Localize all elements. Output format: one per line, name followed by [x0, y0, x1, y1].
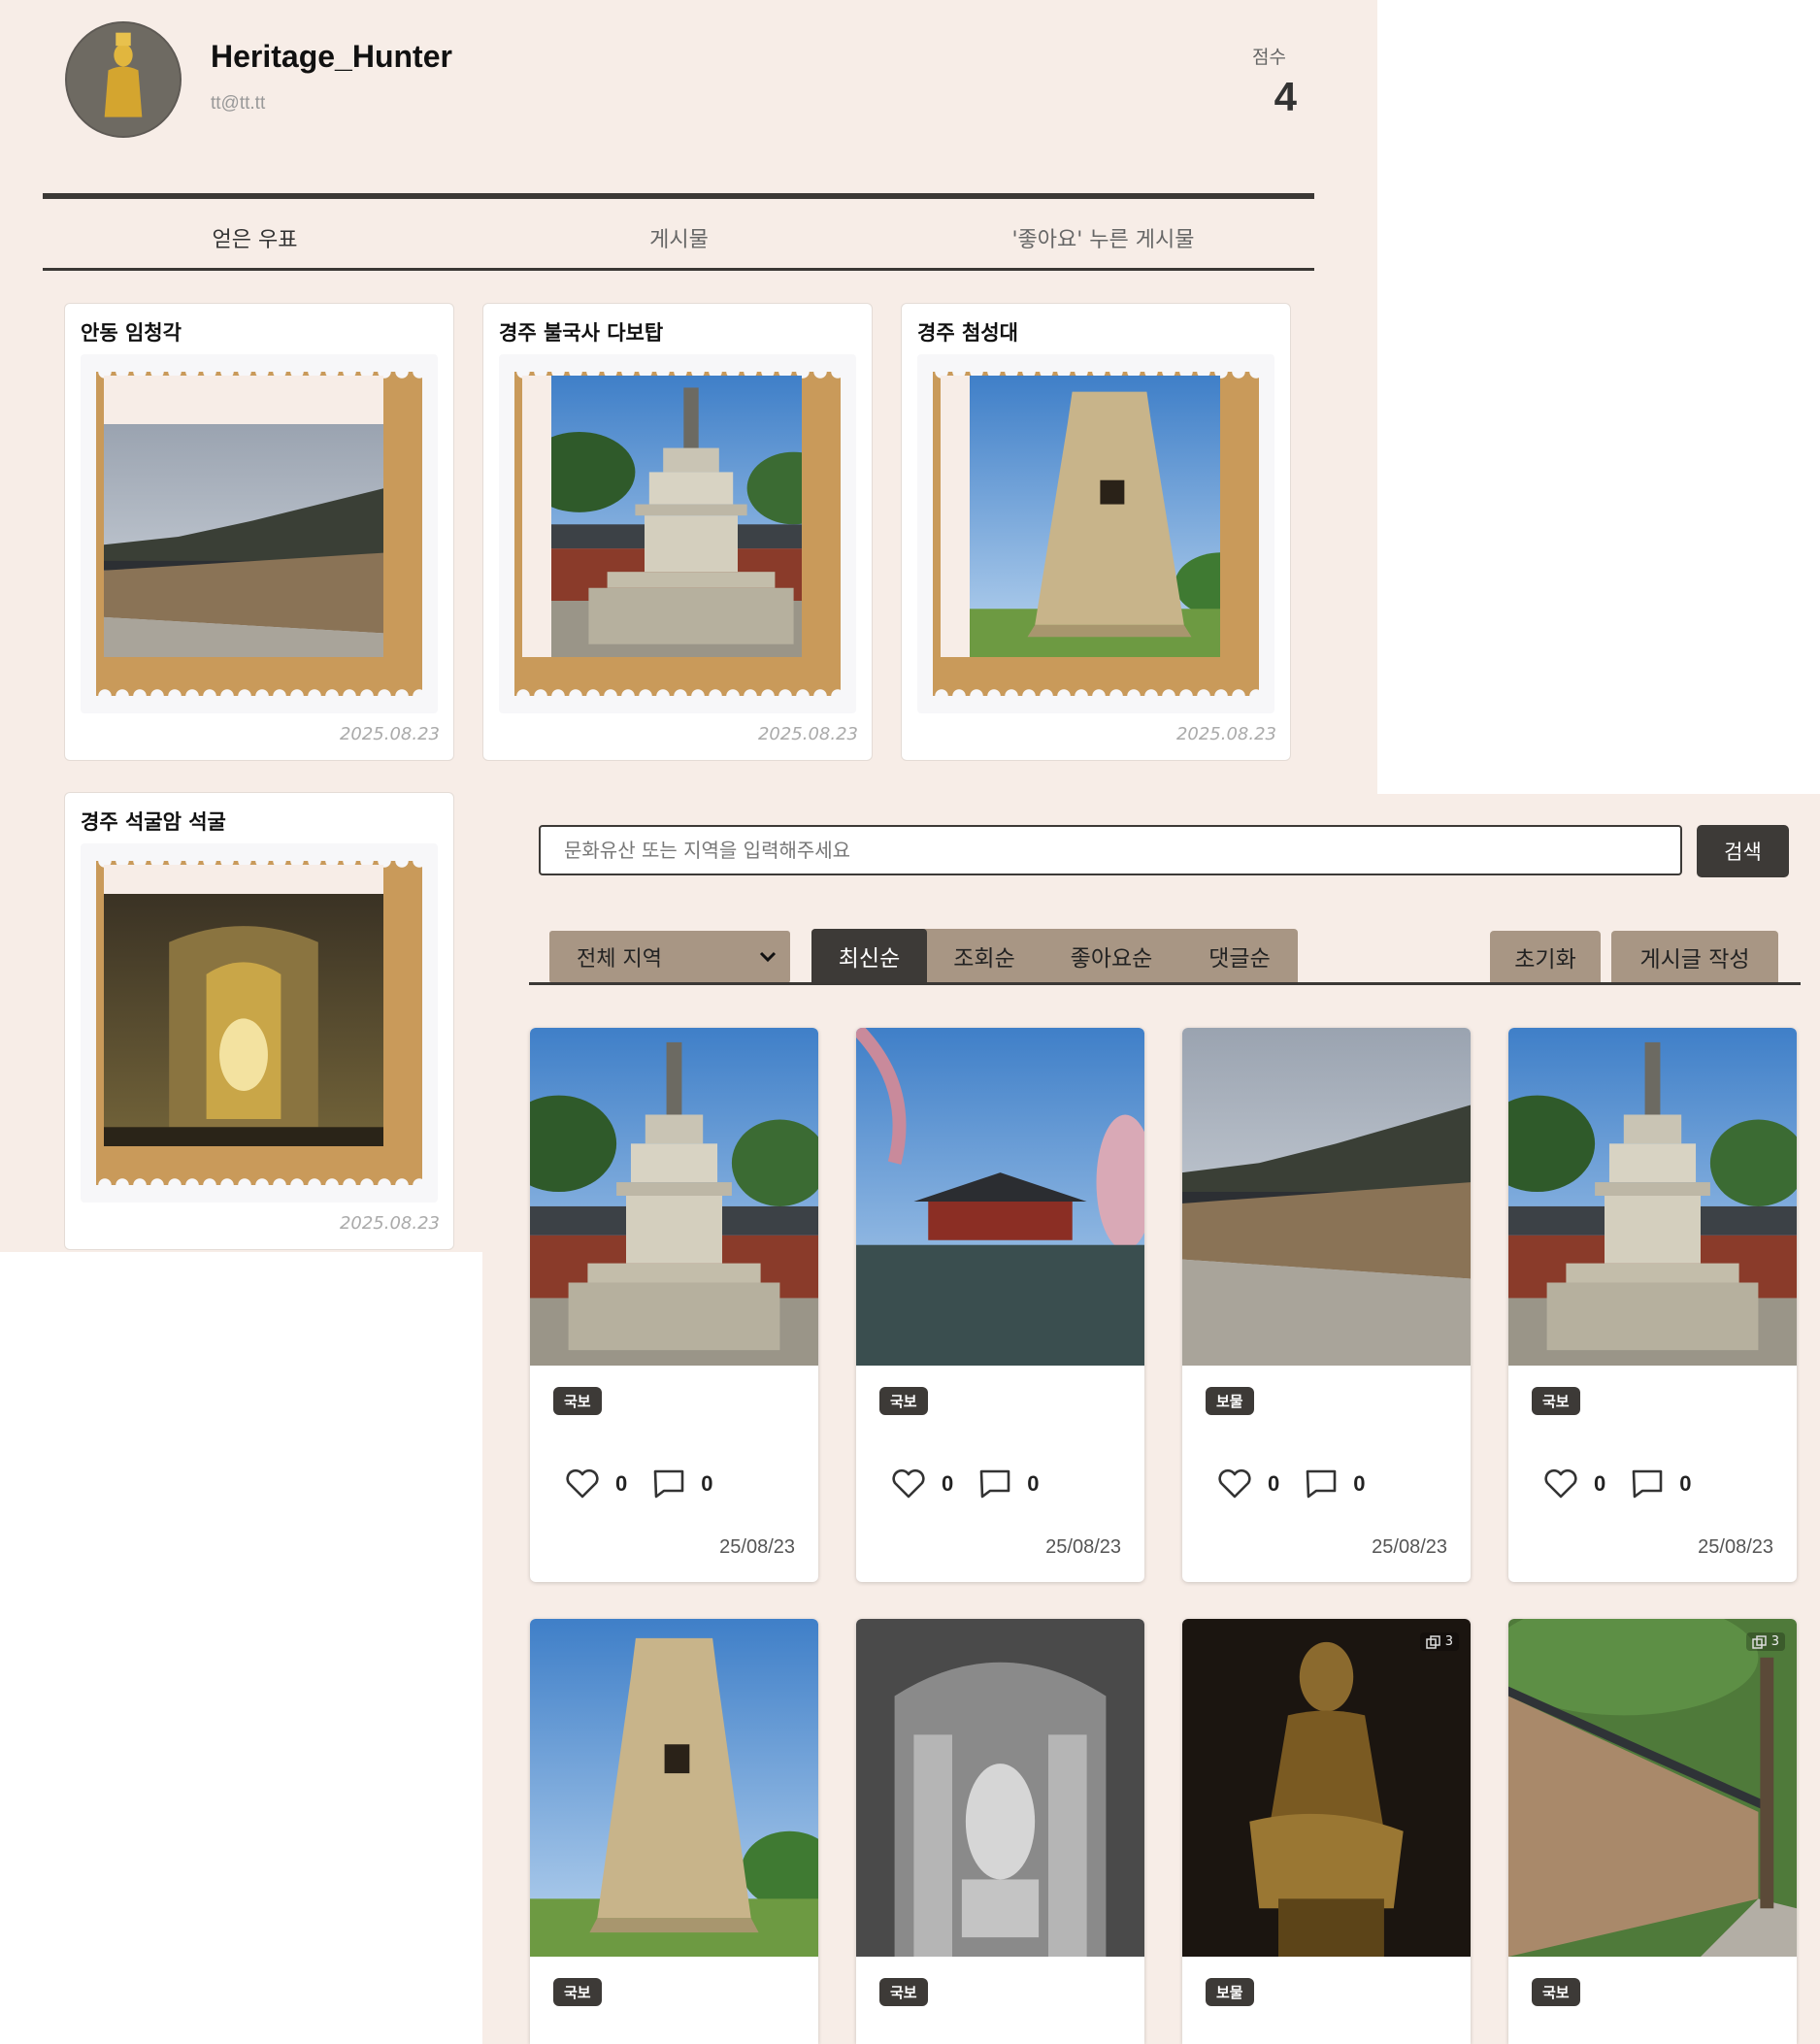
- tabs-bottom-divider: [43, 268, 1314, 271]
- stamp-image: [941, 376, 1220, 657]
- stamp-image: [104, 376, 383, 657]
- stamp-date: 2025.08.23: [757, 724, 858, 744]
- tabs-top-divider: [43, 193, 1314, 199]
- post-image: [1508, 1619, 1797, 1957]
- stamp-image: [522, 376, 802, 657]
- buddha-statue-icon: [67, 23, 180, 136]
- multi-image-icon: [1425, 1634, 1440, 1649]
- multi-image-badge: 3: [1745, 1632, 1785, 1651]
- multi-image-icon: [1751, 1634, 1767, 1649]
- post-card[interactable]: 국보: [856, 1619, 1144, 2044]
- heart-icon[interactable]: [565, 1468, 600, 1500]
- image-count: 3: [1770, 1634, 1779, 1649]
- designation-badge: 보물: [1206, 1387, 1254, 1415]
- comment-icon[interactable]: [978, 1468, 1011, 1500]
- post-image: [856, 1028, 1144, 1366]
- stamp-area: [499, 354, 856, 713]
- image-count: 3: [1444, 1634, 1453, 1649]
- like-count: 0: [1594, 1471, 1606, 1496]
- stamp-title: 경주 석굴암 석굴: [81, 810, 226, 834]
- post-card[interactable]: 국보 0 0 25/08/23: [530, 1028, 818, 1582]
- post-date: 25/08/23: [1045, 1536, 1121, 1558]
- post-card[interactable]: 보물 0 0 25/08/23: [1182, 1028, 1471, 1582]
- stamp-card[interactable]: 안동 임청각 2025.08.23: [64, 303, 454, 761]
- comment-count: 0: [1353, 1471, 1366, 1496]
- stamp-title: 안동 임청각: [81, 321, 182, 345]
- designation-badge: 국보: [879, 1978, 928, 2006]
- post-image: [1508, 1028, 1797, 1366]
- post-image: [1182, 1619, 1471, 1957]
- search-button[interactable]: 검색: [1697, 825, 1789, 877]
- comment-icon[interactable]: [1631, 1468, 1664, 1500]
- comment-icon[interactable]: [652, 1468, 685, 1500]
- tab-liked-posts[interactable]: '좋아요' 누른 게시물: [891, 222, 1315, 253]
- heart-icon[interactable]: [1217, 1468, 1252, 1500]
- write-post-button[interactable]: 게시글 작성: [1611, 931, 1778, 983]
- post-image: [530, 1619, 818, 1957]
- stamp-title: 경주 불국사 다보탑: [499, 321, 664, 345]
- comment-count: 0: [1679, 1471, 1692, 1496]
- stamp-area: [81, 843, 438, 1203]
- stamp-card[interactable]: 경주 불국사 다보탑 2025.08.23: [482, 303, 873, 761]
- post-card[interactable]: 국보 0 0 25/08/23: [1508, 1028, 1797, 1582]
- comment-count: 0: [1027, 1471, 1040, 1496]
- post-image: [530, 1028, 818, 1366]
- region-select-value: 전체 지역: [577, 947, 662, 972]
- like-count: 0: [942, 1471, 954, 1496]
- post-card[interactable]: 3 보물: [1182, 1619, 1471, 2044]
- post-stats: 0 0: [1543, 1467, 1717, 1501]
- post-image: [856, 1619, 1144, 1957]
- like-count: 0: [615, 1471, 628, 1496]
- search-input[interactable]: [539, 825, 1682, 875]
- stamp-card[interactable]: 경주 첨성대 2025.08.23: [901, 303, 1291, 761]
- like-count: 0: [1268, 1471, 1280, 1496]
- designation-badge: 보물: [1206, 1978, 1254, 2006]
- post-card[interactable]: 국보 0 0 25/08/23: [856, 1028, 1144, 1582]
- username: Heritage_Hunter: [211, 39, 452, 74]
- post-card[interactable]: 국보: [530, 1619, 818, 2044]
- comment-count: 0: [701, 1471, 713, 1496]
- sort-tab-views[interactable]: 조회순: [927, 929, 1042, 983]
- stamp-image: [104, 865, 383, 1146]
- multi-image-badge: 3: [1419, 1632, 1459, 1651]
- stamp-area: [81, 354, 438, 713]
- tab-my-posts[interactable]: 게시물: [467, 222, 891, 253]
- sort-tab-likes[interactable]: 좋아요순: [1042, 929, 1181, 983]
- sort-tab-latest[interactable]: 최신순: [811, 929, 927, 983]
- post-date: 25/08/23: [1372, 1536, 1447, 1558]
- region-select[interactable]: 전체 지역: [549, 931, 790, 983]
- post-date: 25/08/23: [719, 1536, 795, 1558]
- score-value: 4: [1274, 74, 1297, 119]
- designation-badge: 국보: [879, 1387, 928, 1415]
- stamp-title: 경주 첨성대: [917, 321, 1018, 345]
- stamp-date: 2025.08.23: [339, 724, 440, 744]
- sort-tabs: 최신순 조회순 좋아요순 댓글순: [811, 929, 1298, 983]
- post-stats: 0 0: [1217, 1467, 1391, 1501]
- post-stats: 0 0: [891, 1467, 1065, 1501]
- reset-button[interactable]: 초기화: [1490, 931, 1601, 983]
- user-email: tt@tt.tt: [211, 93, 266, 114]
- stamp-card[interactable]: 경주 석굴암 석굴 2025.08.23: [64, 792, 454, 1250]
- avatar: [65, 21, 182, 138]
- stamp-date: 2025.08.23: [1175, 724, 1276, 744]
- comment-icon[interactable]: [1305, 1468, 1338, 1500]
- sort-tab-comments[interactable]: 댓글순: [1181, 929, 1298, 983]
- post-card[interactable]: 3 국보: [1508, 1619, 1797, 2044]
- designation-badge: 국보: [1532, 1387, 1580, 1415]
- post-image: [1182, 1028, 1471, 1366]
- designation-badge: 국보: [553, 1387, 602, 1415]
- heart-icon[interactable]: [1543, 1468, 1578, 1500]
- designation-badge: 국보: [1532, 1978, 1580, 2006]
- score-label: 점수: [1252, 47, 1286, 68]
- chevron-down-icon: [759, 951, 777, 963]
- heart-icon[interactable]: [891, 1468, 926, 1500]
- post-date: 25/08/23: [1698, 1536, 1773, 1558]
- post-stats: 0 0: [565, 1467, 739, 1501]
- board-divider: [529, 982, 1801, 985]
- stamp-area: [917, 354, 1274, 713]
- stamp-date: 2025.08.23: [339, 1213, 440, 1234]
- tab-collected-stamps[interactable]: 얻은 우표: [43, 222, 467, 253]
- designation-badge: 국보: [553, 1978, 602, 2006]
